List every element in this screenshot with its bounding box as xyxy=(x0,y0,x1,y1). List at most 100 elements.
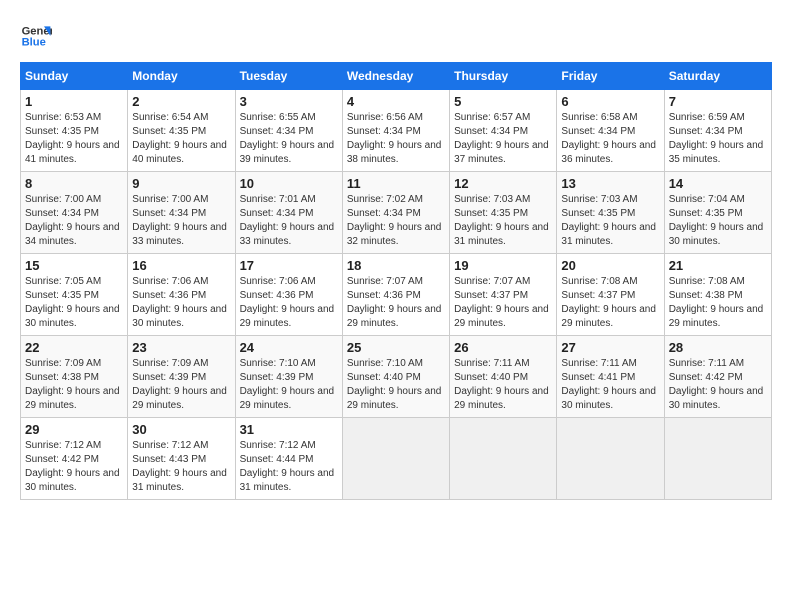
day-info: Sunrise: 7:07 AM Sunset: 4:36 PM Dayligh… xyxy=(347,275,445,331)
calendar-cell: 8 Sunrise: 7:00 AM Sunset: 4:34 PM Dayli… xyxy=(21,172,128,254)
calendar-header-row: SundayMondayTuesdayWednesdayThursdayFrid… xyxy=(21,63,772,90)
calendar-cell xyxy=(342,418,449,500)
calendar-body: 1 Sunrise: 6:53 AM Sunset: 4:35 PM Dayli… xyxy=(21,90,772,500)
calendar-cell: 16 Sunrise: 7:06 AM Sunset: 4:36 PM Dayl… xyxy=(128,254,235,336)
calendar-cell: 5 Sunrise: 6:57 AM Sunset: 4:34 PM Dayli… xyxy=(450,90,557,172)
day-number: 14 xyxy=(669,176,767,191)
calendar-cell: 21 Sunrise: 7:08 AM Sunset: 4:38 PM Dayl… xyxy=(664,254,771,336)
day-number: 5 xyxy=(454,94,552,109)
calendar-cell: 3 Sunrise: 6:55 AM Sunset: 4:34 PM Dayli… xyxy=(235,90,342,172)
calendar-cell: 30 Sunrise: 7:12 AM Sunset: 4:43 PM Dayl… xyxy=(128,418,235,500)
day-number: 20 xyxy=(561,258,659,273)
day-number: 4 xyxy=(347,94,445,109)
calendar-cell: 2 Sunrise: 6:54 AM Sunset: 4:35 PM Dayli… xyxy=(128,90,235,172)
calendar-cell: 6 Sunrise: 6:58 AM Sunset: 4:34 PM Dayli… xyxy=(557,90,664,172)
day-info: Sunrise: 7:04 AM Sunset: 4:35 PM Dayligh… xyxy=(669,193,767,249)
day-info: Sunrise: 7:02 AM Sunset: 4:34 PM Dayligh… xyxy=(347,193,445,249)
calendar-table: SundayMondayTuesdayWednesdayThursdayFrid… xyxy=(20,62,772,500)
calendar-cell: 4 Sunrise: 6:56 AM Sunset: 4:34 PM Dayli… xyxy=(342,90,449,172)
calendar-week-2: 8 Sunrise: 7:00 AM Sunset: 4:34 PM Dayli… xyxy=(21,172,772,254)
day-number: 8 xyxy=(25,176,123,191)
day-info: Sunrise: 7:10 AM Sunset: 4:39 PM Dayligh… xyxy=(240,357,338,413)
page-header: General Blue xyxy=(20,20,772,52)
day-info: Sunrise: 7:00 AM Sunset: 4:34 PM Dayligh… xyxy=(132,193,230,249)
day-number: 25 xyxy=(347,340,445,355)
calendar-cell xyxy=(450,418,557,500)
day-info: Sunrise: 6:59 AM Sunset: 4:34 PM Dayligh… xyxy=(669,111,767,167)
column-header-monday: Monday xyxy=(128,63,235,90)
calendar-cell: 11 Sunrise: 7:02 AM Sunset: 4:34 PM Dayl… xyxy=(342,172,449,254)
day-number: 1 xyxy=(25,94,123,109)
calendar-cell: 1 Sunrise: 6:53 AM Sunset: 4:35 PM Dayli… xyxy=(21,90,128,172)
calendar-cell: 10 Sunrise: 7:01 AM Sunset: 4:34 PM Dayl… xyxy=(235,172,342,254)
calendar-cell: 19 Sunrise: 7:07 AM Sunset: 4:37 PM Dayl… xyxy=(450,254,557,336)
day-number: 29 xyxy=(25,422,123,437)
calendar-cell: 7 Sunrise: 6:59 AM Sunset: 4:34 PM Dayli… xyxy=(664,90,771,172)
day-info: Sunrise: 7:06 AM Sunset: 4:36 PM Dayligh… xyxy=(132,275,230,331)
day-number: 7 xyxy=(669,94,767,109)
day-number: 24 xyxy=(240,340,338,355)
column-header-thursday: Thursday xyxy=(450,63,557,90)
calendar-cell: 15 Sunrise: 7:05 AM Sunset: 4:35 PM Dayl… xyxy=(21,254,128,336)
day-info: Sunrise: 7:11 AM Sunset: 4:41 PM Dayligh… xyxy=(561,357,659,413)
calendar-week-4: 22 Sunrise: 7:09 AM Sunset: 4:38 PM Dayl… xyxy=(21,336,772,418)
column-header-sunday: Sunday xyxy=(21,63,128,90)
calendar-cell: 28 Sunrise: 7:11 AM Sunset: 4:42 PM Dayl… xyxy=(664,336,771,418)
calendar-cell: 18 Sunrise: 7:07 AM Sunset: 4:36 PM Dayl… xyxy=(342,254,449,336)
calendar-cell: 27 Sunrise: 7:11 AM Sunset: 4:41 PM Dayl… xyxy=(557,336,664,418)
day-info: Sunrise: 7:08 AM Sunset: 4:38 PM Dayligh… xyxy=(669,275,767,331)
day-info: Sunrise: 7:12 AM Sunset: 4:42 PM Dayligh… xyxy=(25,439,123,495)
day-info: Sunrise: 7:08 AM Sunset: 4:37 PM Dayligh… xyxy=(561,275,659,331)
column-header-saturday: Saturday xyxy=(664,63,771,90)
day-info: Sunrise: 7:06 AM Sunset: 4:36 PM Dayligh… xyxy=(240,275,338,331)
column-header-tuesday: Tuesday xyxy=(235,63,342,90)
calendar-cell xyxy=(557,418,664,500)
day-number: 18 xyxy=(347,258,445,273)
day-info: Sunrise: 7:01 AM Sunset: 4:34 PM Dayligh… xyxy=(240,193,338,249)
day-info: Sunrise: 7:09 AM Sunset: 4:38 PM Dayligh… xyxy=(25,357,123,413)
day-number: 9 xyxy=(132,176,230,191)
day-number: 6 xyxy=(561,94,659,109)
day-info: Sunrise: 7:09 AM Sunset: 4:39 PM Dayligh… xyxy=(132,357,230,413)
day-number: 12 xyxy=(454,176,552,191)
day-number: 30 xyxy=(132,422,230,437)
day-info: Sunrise: 7:10 AM Sunset: 4:40 PM Dayligh… xyxy=(347,357,445,413)
calendar-cell: 12 Sunrise: 7:03 AM Sunset: 4:35 PM Dayl… xyxy=(450,172,557,254)
day-number: 28 xyxy=(669,340,767,355)
day-number: 15 xyxy=(25,258,123,273)
calendar-week-5: 29 Sunrise: 7:12 AM Sunset: 4:42 PM Dayl… xyxy=(21,418,772,500)
calendar-cell: 20 Sunrise: 7:08 AM Sunset: 4:37 PM Dayl… xyxy=(557,254,664,336)
day-number: 3 xyxy=(240,94,338,109)
calendar-cell: 31 Sunrise: 7:12 AM Sunset: 4:44 PM Dayl… xyxy=(235,418,342,500)
day-number: 23 xyxy=(132,340,230,355)
day-info: Sunrise: 7:03 AM Sunset: 4:35 PM Dayligh… xyxy=(454,193,552,249)
svg-text:Blue: Blue xyxy=(22,37,46,49)
day-number: 2 xyxy=(132,94,230,109)
column-header-friday: Friday xyxy=(557,63,664,90)
day-info: Sunrise: 7:07 AM Sunset: 4:37 PM Dayligh… xyxy=(454,275,552,331)
day-info: Sunrise: 6:55 AM Sunset: 4:34 PM Dayligh… xyxy=(240,111,338,167)
day-info: Sunrise: 7:03 AM Sunset: 4:35 PM Dayligh… xyxy=(561,193,659,249)
day-info: Sunrise: 6:54 AM Sunset: 4:35 PM Dayligh… xyxy=(132,111,230,167)
day-number: 11 xyxy=(347,176,445,191)
day-number: 31 xyxy=(240,422,338,437)
day-number: 17 xyxy=(240,258,338,273)
day-number: 21 xyxy=(669,258,767,273)
day-info: Sunrise: 7:12 AM Sunset: 4:44 PM Dayligh… xyxy=(240,439,338,495)
column-header-wednesday: Wednesday xyxy=(342,63,449,90)
day-info: Sunrise: 7:11 AM Sunset: 4:40 PM Dayligh… xyxy=(454,357,552,413)
calendar-cell: 14 Sunrise: 7:04 AM Sunset: 4:35 PM Dayl… xyxy=(664,172,771,254)
day-number: 19 xyxy=(454,258,552,273)
day-info: Sunrise: 6:53 AM Sunset: 4:35 PM Dayligh… xyxy=(25,111,123,167)
day-info: Sunrise: 7:05 AM Sunset: 4:35 PM Dayligh… xyxy=(25,275,123,331)
day-info: Sunrise: 7:12 AM Sunset: 4:43 PM Dayligh… xyxy=(132,439,230,495)
day-info: Sunrise: 6:57 AM Sunset: 4:34 PM Dayligh… xyxy=(454,111,552,167)
day-info: Sunrise: 6:58 AM Sunset: 4:34 PM Dayligh… xyxy=(561,111,659,167)
logo-icon: General Blue xyxy=(20,20,52,52)
calendar-cell xyxy=(664,418,771,500)
calendar-cell: 22 Sunrise: 7:09 AM Sunset: 4:38 PM Dayl… xyxy=(21,336,128,418)
day-number: 10 xyxy=(240,176,338,191)
calendar-cell: 17 Sunrise: 7:06 AM Sunset: 4:36 PM Dayl… xyxy=(235,254,342,336)
day-number: 13 xyxy=(561,176,659,191)
calendar-cell: 25 Sunrise: 7:10 AM Sunset: 4:40 PM Dayl… xyxy=(342,336,449,418)
